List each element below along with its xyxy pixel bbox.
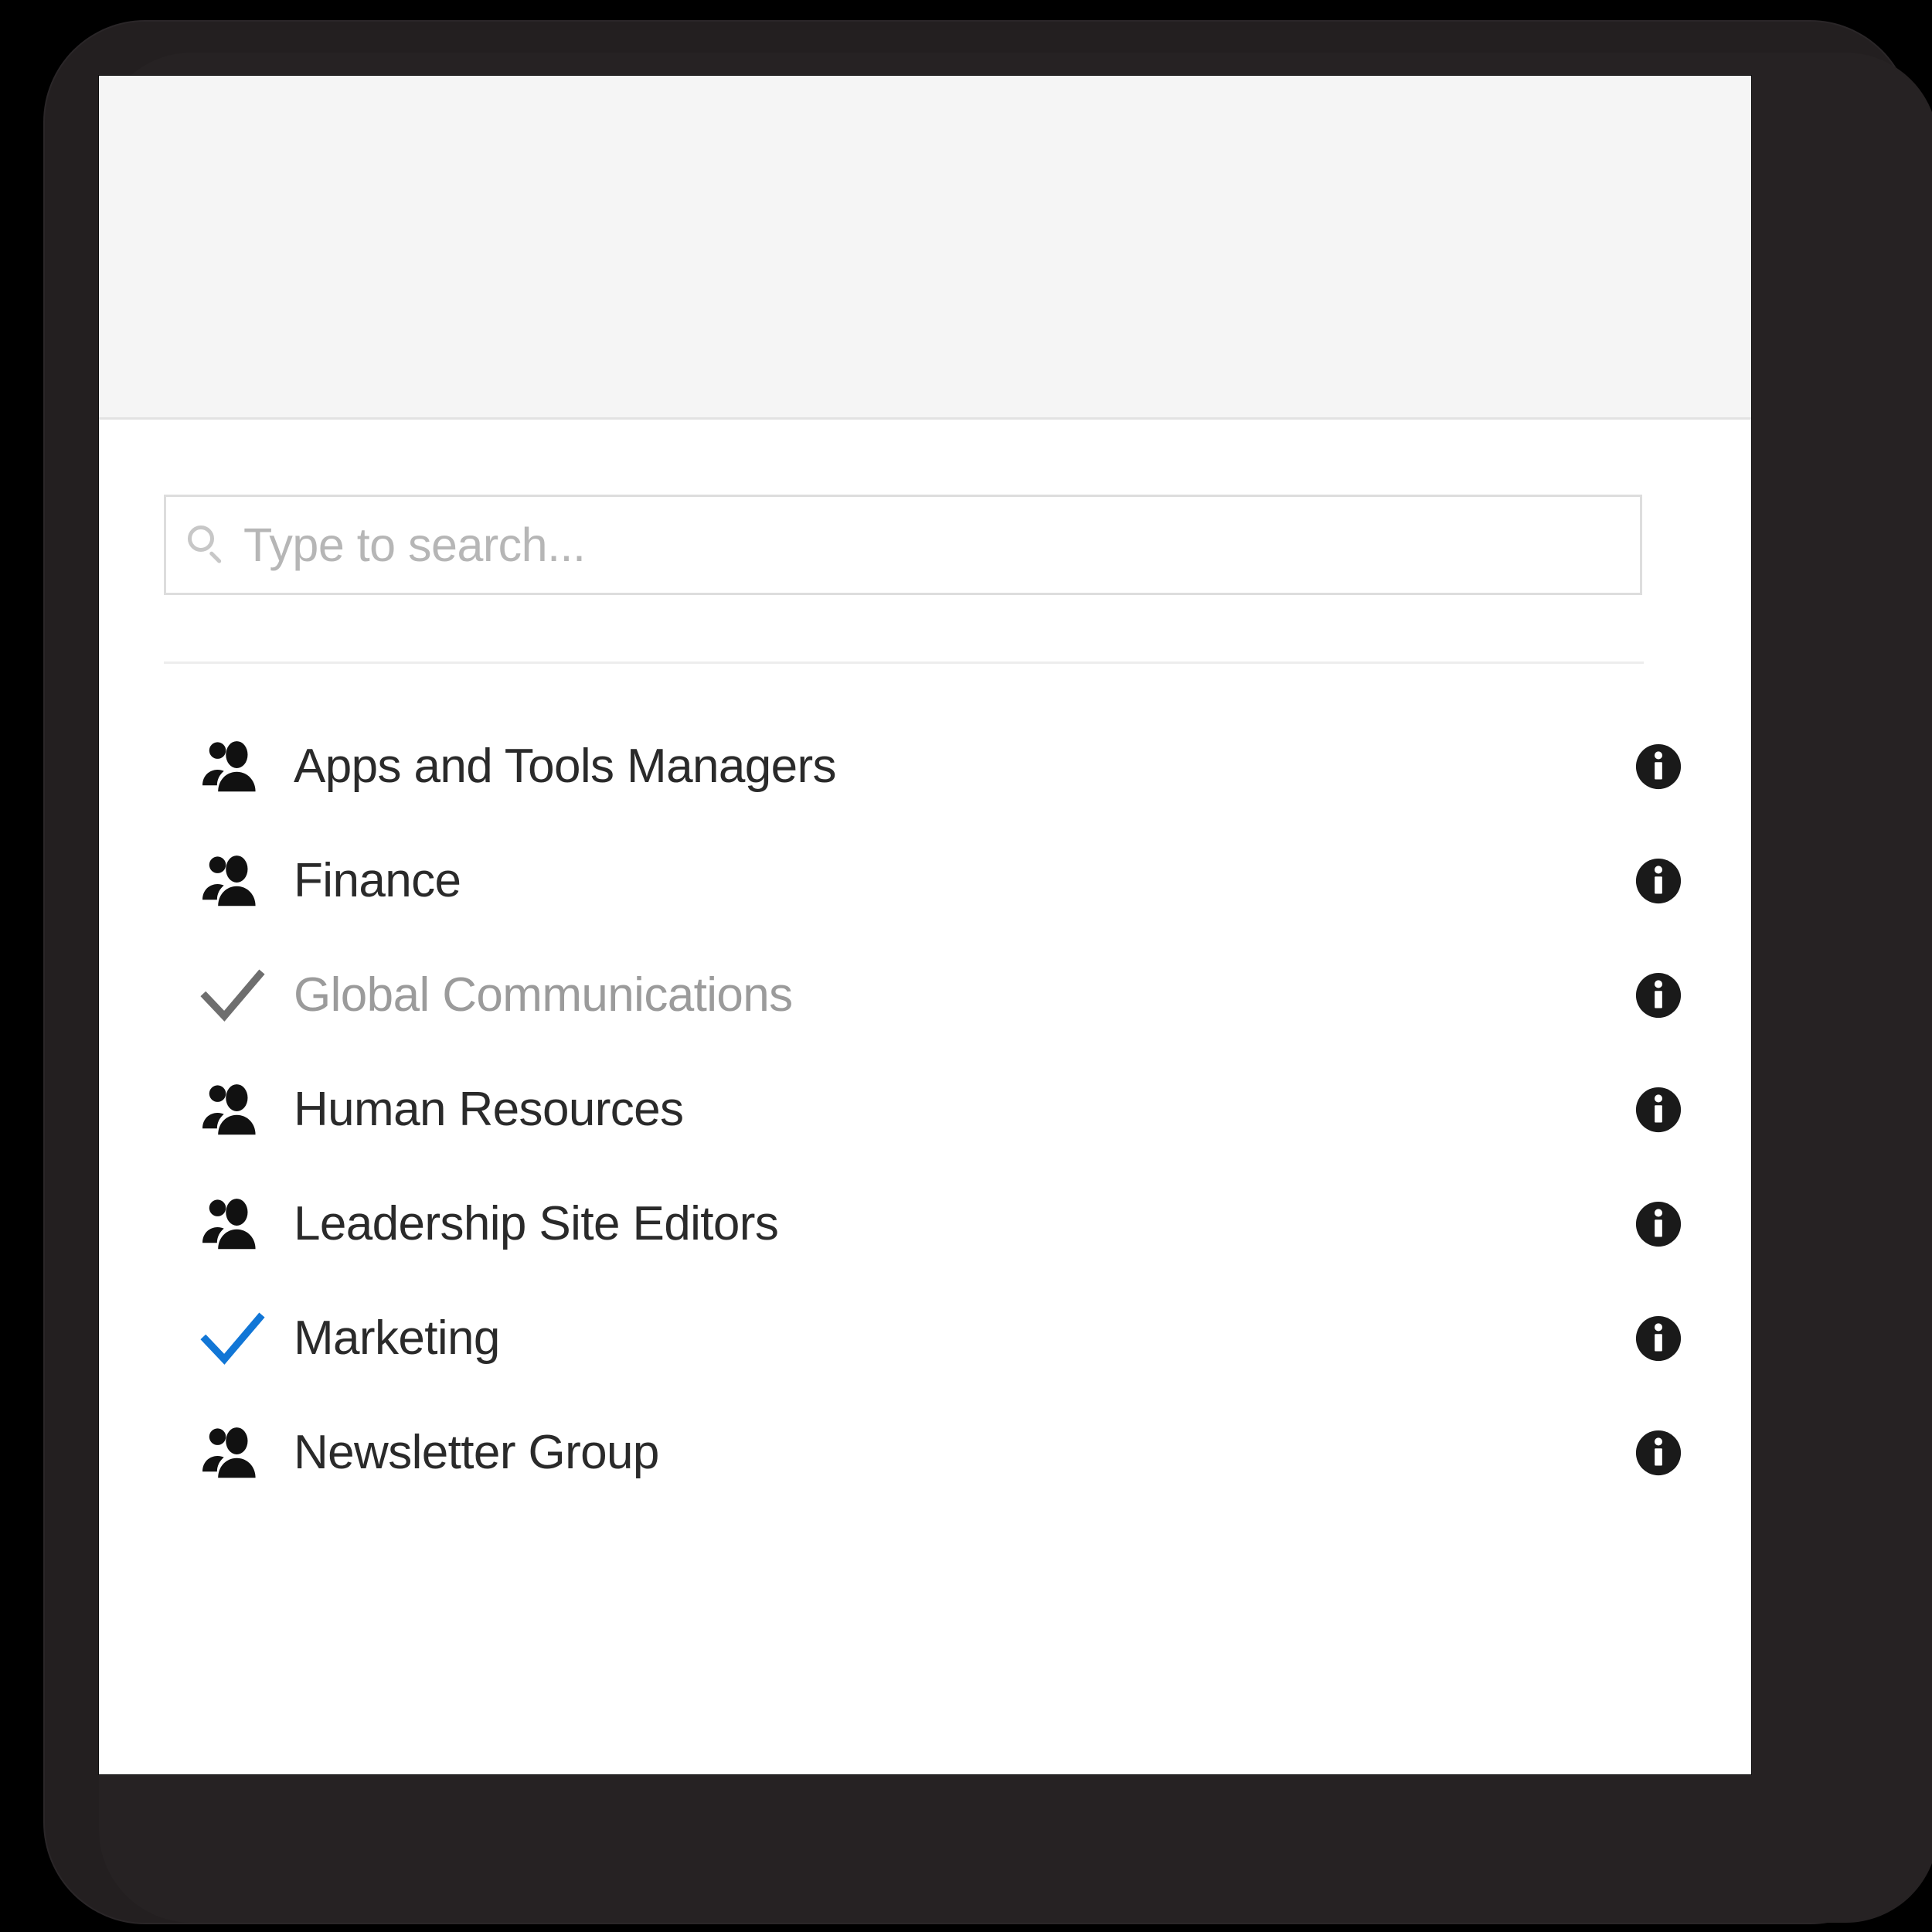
group-picker-dialog: Apps and Tools Managers Finance Global Com… — [99, 76, 1751, 1774]
search-box[interactable] — [164, 495, 1642, 595]
check-icon — [200, 969, 265, 1022]
list-item-label: Finance — [294, 854, 461, 907]
people-group-icon — [164, 731, 281, 802]
list-item-label: Marketing — [294, 1311, 500, 1365]
list-item-label: Leadership Site Editors — [294, 1197, 779, 1250]
people-group-icon — [164, 1189, 281, 1260]
list-item-label: Global Communications — [294, 968, 793, 1022]
check-icon — [164, 1303, 281, 1374]
info-icon[interactable] — [1634, 1200, 1682, 1248]
info-icon[interactable] — [1634, 971, 1682, 1019]
check-icon — [200, 1312, 265, 1365]
people-group-icon — [202, 1427, 256, 1478]
group-list: Apps and Tools Managers Finance Global Com… — [99, 709, 1751, 1510]
list-item-label: Apps and Tools Managers — [294, 740, 837, 793]
list-item[interactable]: Apps and Tools Managers — [99, 709, 1751, 824]
dialog-header — [99, 76, 1751, 420]
people-group-icon — [202, 1199, 256, 1250]
people-group-icon — [164, 1417, 281, 1488]
search-row — [164, 495, 1642, 595]
list-item[interactable]: Human Resources — [99, 1053, 1751, 1167]
list-item[interactable]: Global Communications — [99, 938, 1751, 1053]
list-item-label: Human Resources — [294, 1083, 684, 1136]
people-group-icon — [202, 855, 256, 906]
search-input[interactable] — [243, 497, 1640, 593]
dialog-body: Apps and Tools Managers Finance Global Com… — [99, 422, 1751, 1774]
info-icon[interactable] — [1634, 1315, 1682, 1362]
list-item[interactable]: Newsletter Group — [99, 1396, 1751, 1510]
list-item[interactable]: Finance — [99, 824, 1751, 938]
info-icon-button[interactable] — [1631, 1082, 1686, 1138]
info-icon-button[interactable] — [1631, 968, 1686, 1023]
people-group-icon — [164, 1074, 281, 1145]
screen-root: Apps and Tools Managers Finance Global Com… — [0, 0, 1932, 1932]
info-icon[interactable] — [1634, 1429, 1682, 1477]
info-icon-button[interactable] — [1631, 1196, 1686, 1252]
search-icon — [185, 524, 226, 566]
info-icon-button[interactable] — [1631, 1311, 1686, 1366]
info-icon[interactable] — [1634, 857, 1682, 905]
people-group-icon — [202, 741, 256, 792]
list-item-label: Newsletter Group — [294, 1426, 659, 1479]
people-group-icon — [202, 1084, 256, 1135]
info-icon[interactable] — [1634, 1086, 1682, 1134]
list-item[interactable]: Leadership Site Editors — [99, 1167, 1751, 1281]
info-icon-button[interactable] — [1631, 1425, 1686, 1481]
info-icon[interactable] — [1634, 743, 1682, 791]
list-divider — [164, 662, 1644, 664]
people-group-icon — [164, 845, 281, 917]
info-icon-button[interactable] — [1631, 739, 1686, 794]
check-icon — [164, 960, 281, 1031]
info-icon-button[interactable] — [1631, 853, 1686, 909]
list-item[interactable]: Marketing — [99, 1281, 1751, 1396]
